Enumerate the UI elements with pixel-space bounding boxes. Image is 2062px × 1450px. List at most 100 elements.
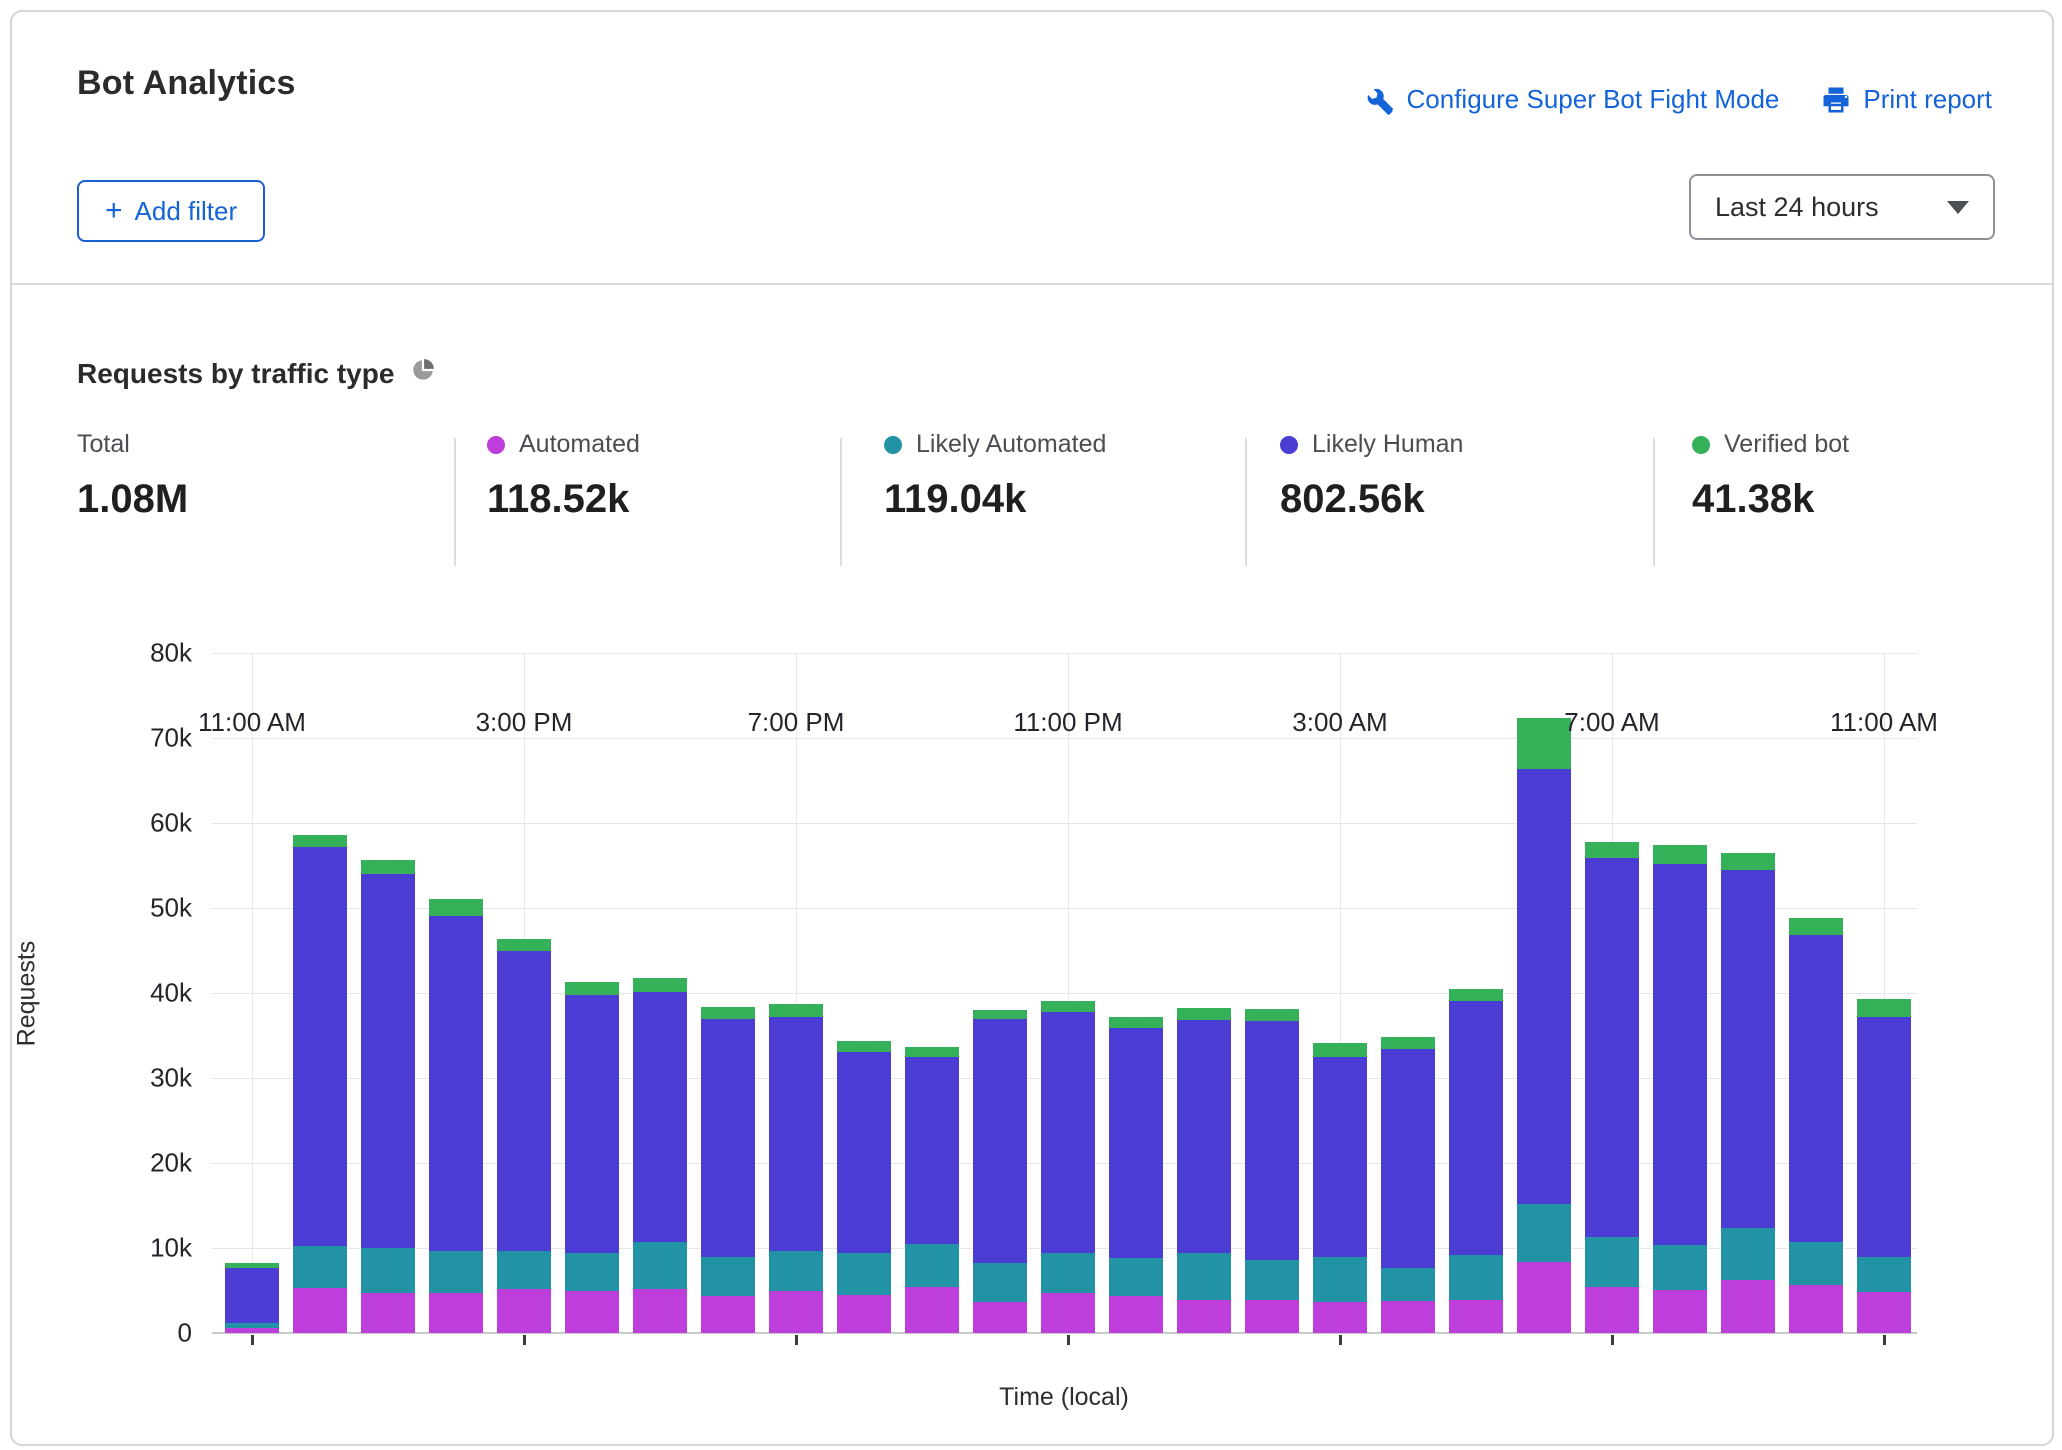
y-tick-label: 0: [72, 1318, 192, 1349]
bar-segment-likely-automated: [837, 1253, 891, 1295]
legend-dot: [1280, 436, 1298, 454]
bar-group-0[interactable]: [225, 653, 279, 1333]
bar-group-18[interactable]: [1449, 653, 1503, 1333]
bar-segment-automated: [1585, 1287, 1639, 1333]
bar-segment-verified-bot: [1449, 989, 1503, 1001]
bar-group-22[interactable]: [1721, 653, 1775, 1333]
x-tick-label: 3:00 PM: [476, 707, 573, 738]
bar-segment-verified-bot: [497, 939, 551, 952]
bar-segment-verified-bot: [1245, 1009, 1299, 1021]
bar-group-2[interactable]: [361, 653, 415, 1333]
bar-segment-automated: [1857, 1292, 1911, 1333]
bar-segment-likely-human: [1449, 1001, 1503, 1255]
bar-segment-verified-bot: [1177, 1008, 1231, 1020]
x-tick-mark: [523, 1335, 526, 1345]
bar-group-5[interactable]: [565, 653, 619, 1333]
bar-segment-verified-bot: [1109, 1017, 1163, 1028]
bar-segment-likely-automated: [701, 1257, 755, 1296]
bar-group-11[interactable]: [973, 653, 1027, 1333]
bar-group-1[interactable]: [293, 653, 347, 1333]
bar-group-21[interactable]: [1653, 653, 1707, 1333]
bar-group-19[interactable]: [1517, 653, 1571, 1333]
bar-group-7[interactable]: [701, 653, 755, 1333]
time-range-dropdown[interactable]: Last 24 hours: [1689, 174, 1995, 240]
stat-automated[interactable]: Automated118.52k: [487, 430, 640, 522]
bar-group-4[interactable]: [497, 653, 551, 1333]
bar-group-23[interactable]: [1789, 653, 1843, 1333]
bar-group-10[interactable]: [905, 653, 959, 1333]
bar-group-8[interactable]: [769, 653, 823, 1333]
stats-row: Total1.08M Automated118.52k Likely Automat…: [12, 430, 2052, 575]
bar-group-20[interactable]: [1585, 653, 1639, 1333]
section-title-text: Requests by traffic type: [77, 358, 394, 390]
x-tick-mark: [1883, 1335, 1886, 1345]
stat-total[interactable]: Total1.08M: [77, 430, 188, 522]
bar-segment-likely-automated: [1245, 1260, 1299, 1300]
bar-segment-likely-automated: [1313, 1257, 1367, 1302]
bar-group-3[interactable]: [429, 653, 483, 1333]
stat-divider: [454, 438, 456, 566]
bar-segment-likely-automated: [1721, 1228, 1775, 1280]
bar-segment-verified-bot: [361, 860, 415, 874]
configure-super-bot-fight-mode-link[interactable]: Configure Super Bot Fight Mode: [1365, 84, 1780, 115]
bar-segment-likely-human: [497, 951, 551, 1251]
bar-segment-likely-automated: [905, 1244, 959, 1287]
time-range-value: Last 24 hours: [1715, 192, 1879, 223]
bar-segment-likely-human: [905, 1057, 959, 1244]
bar-segment-automated: [1721, 1280, 1775, 1333]
stat-label: Likely Human: [1312, 430, 1463, 459]
print-report-link[interactable]: Print report: [1821, 84, 1992, 115]
bar-segment-likely-human: [361, 874, 415, 1248]
bar-segment-automated: [633, 1289, 687, 1333]
bar-segment-likely-human: [225, 1268, 279, 1323]
bar-segment-likely-automated: [225, 1323, 279, 1328]
bar-segment-verified-bot: [973, 1010, 1027, 1019]
bar-group-15[interactable]: [1245, 653, 1299, 1333]
bar-segment-likely-automated: [429, 1251, 483, 1294]
stat-value: 802.56k: [1280, 477, 1463, 522]
add-filter-button[interactable]: + Add filter: [77, 180, 265, 242]
bar-segment-likely-automated: [1449, 1255, 1503, 1300]
bar-group-17[interactable]: [1381, 653, 1435, 1333]
stat-verified-bot[interactable]: Verified bot41.38k: [1692, 430, 1849, 522]
bar-segment-verified-bot: [633, 978, 687, 992]
x-tick-label: 7:00 PM: [748, 707, 845, 738]
bar-group-9[interactable]: [837, 653, 891, 1333]
bar-segment-automated: [837, 1295, 891, 1333]
stat-label: Total: [77, 430, 130, 459]
bar-segment-automated: [361, 1293, 415, 1333]
bar-group-6[interactable]: [633, 653, 687, 1333]
bar-segment-likely-human: [1245, 1021, 1299, 1260]
bar-segment-likely-human: [1721, 870, 1775, 1229]
x-tick-mark: [1611, 1335, 1614, 1345]
bar-group-16[interactable]: [1313, 653, 1367, 1333]
bar-segment-likely-human: [1517, 769, 1571, 1203]
stat-label: Verified bot: [1724, 430, 1849, 459]
bar-group-14[interactable]: [1177, 653, 1231, 1333]
bar-segment-verified-bot: [1585, 842, 1639, 858]
bar-segment-likely-automated: [565, 1253, 619, 1291]
stat-likely-human[interactable]: Likely Human 802.56k: [1280, 430, 1463, 522]
bar-segment-automated: [1109, 1296, 1163, 1333]
bar-segment-automated: [1313, 1302, 1367, 1333]
bar-group-24[interactable]: [1857, 653, 1911, 1333]
x-tick-label: 11:00 AM: [198, 707, 306, 738]
stat-likely-automated[interactable]: Likely Automated119.04k: [884, 430, 1106, 522]
bar-segment-automated: [1381, 1301, 1435, 1333]
bar-segment-verified-bot: [1789, 918, 1843, 935]
stat-divider: [840, 438, 842, 566]
bar-segment-likely-human: [565, 995, 619, 1253]
bar-segment-automated: [565, 1291, 619, 1333]
stat-value: 119.04k: [884, 477, 1106, 522]
bar-segment-verified-bot: [565, 982, 619, 995]
page-title: Bot Analytics: [77, 64, 296, 103]
bar-segment-automated: [1449, 1300, 1503, 1333]
y-axis-title: Requests: [7, 653, 47, 1333]
bar-segment-automated: [1177, 1300, 1231, 1333]
chevron-down-icon: [1947, 201, 1969, 214]
bar-segment-likely-human: [1789, 935, 1843, 1242]
bar-segment-likely-automated: [1041, 1253, 1095, 1293]
requests-stacked-bar-chart: [212, 653, 1917, 1333]
bar-group-13[interactable]: [1109, 653, 1163, 1333]
bar-group-12[interactable]: [1041, 653, 1095, 1333]
